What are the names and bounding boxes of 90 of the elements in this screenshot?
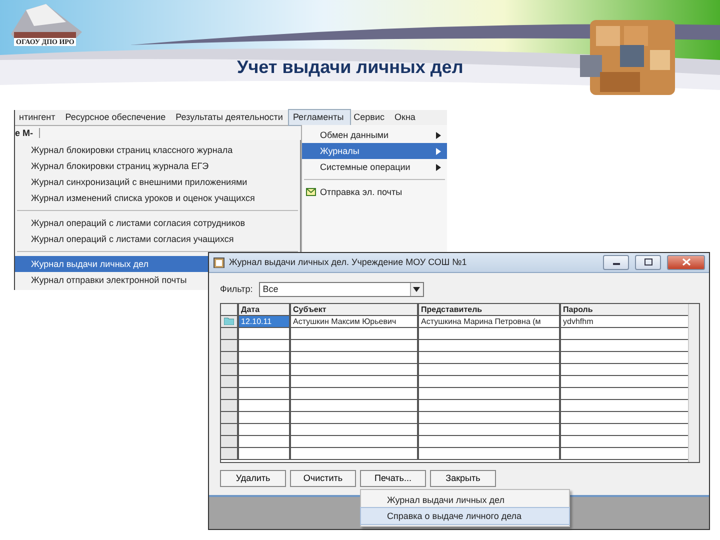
table-cell[interactable] [291, 448, 419, 460]
toolbar-text: е М- [15, 128, 40, 138]
table-cell[interactable] [419, 328, 561, 340]
envelope-icon [306, 188, 316, 196]
table-cell[interactable] [239, 400, 291, 412]
column-header[interactable]: Представитель [419, 304, 561, 316]
table-cell[interactable] [291, 340, 419, 352]
row-header[interactable] [221, 376, 239, 388]
table-cell[interactable] [419, 376, 561, 388]
table-cell[interactable] [419, 364, 561, 376]
table-cell[interactable] [239, 436, 291, 448]
submenu-arrow-icon [436, 164, 441, 170]
row-header[interactable] [221, 448, 239, 460]
table-cell[interactable]: 12.10.11 [239, 316, 291, 328]
table-cell[interactable] [239, 352, 291, 364]
dialog-button[interactable]: Удалить [220, 470, 286, 487]
table-cell[interactable] [291, 436, 419, 448]
table-cell[interactable] [239, 328, 291, 340]
table-cell[interactable] [291, 352, 419, 364]
menu-item[interactable]: Справка о выдаче личного дела [361, 508, 569, 524]
close-icon [682, 258, 690, 266]
table-cell[interactable] [419, 388, 561, 400]
dialog-button[interactable]: Очистить [290, 470, 356, 487]
table-cell[interactable] [291, 364, 419, 376]
dialog-button[interactable]: Печать... [360, 470, 426, 487]
table-cell[interactable]: Астушкина Марина Петровна (м [419, 316, 561, 328]
menu-item[interactable]: нтингент [15, 110, 62, 125]
table-cell[interactable] [419, 340, 561, 352]
table-cell[interactable] [419, 448, 561, 460]
row-header[interactable] [221, 412, 239, 424]
table-cell[interactable] [239, 448, 291, 460]
menu-item[interactable]: Ресурсное обеспечение [61, 110, 172, 125]
menu-item[interactable]: Журнал синхронизаций с внешними приложениями [15, 174, 300, 190]
maximize-button[interactable] [635, 254, 661, 270]
table-cell[interactable] [291, 412, 419, 424]
scrollbar[interactable] [688, 304, 699, 462]
table-cell[interactable] [239, 340, 291, 352]
row-header[interactable] [221, 316, 239, 328]
table-cell[interactable] [419, 352, 561, 364]
menu-item[interactable]: Журнал блокировки страниц классного журнала [15, 142, 300, 158]
close-button[interactable] [667, 254, 705, 270]
menu-item[interactable]: Окна [390, 110, 422, 125]
filter-label: Фильтр: [220, 284, 253, 294]
menu-item[interactable]: Журнал блокировки страниц журнала ЕГЭ [15, 158, 300, 174]
menu-item[interactable]: Журнал изменений списка уроков и оценок учащихся [15, 190, 300, 206]
table-cell[interactable]: Астушкин Максим Юрьевич [291, 316, 419, 328]
table-cell[interactable] [419, 412, 561, 424]
menu-item[interactable]: Журнал операций с листами согласия учащихся [15, 231, 300, 247]
column-header[interactable]: Субъект [291, 304, 419, 316]
clipboard-icon [213, 256, 225, 268]
table-cell[interactable] [291, 328, 419, 340]
table-cell[interactable] [419, 436, 561, 448]
table-cell[interactable] [239, 424, 291, 436]
dialog-button[interactable]: Закрыть [430, 470, 496, 487]
row-header[interactable] [221, 436, 239, 448]
table-cell[interactable] [239, 388, 291, 400]
menu-item[interactable]: Журналы [302, 143, 447, 159]
table-cell[interactable] [291, 388, 419, 400]
submenu-arrow-icon [436, 132, 441, 138]
minimize-button[interactable] [603, 254, 629, 270]
menu-item[interactable]: Отправка эл. почты [302, 184, 447, 200]
row-header[interactable] [221, 424, 239, 436]
row-header[interactable] [221, 388, 239, 400]
row-header[interactable] [221, 400, 239, 412]
menu-item[interactable]: Регламенты [288, 110, 350, 125]
menu-item[interactable]: Системные операции [302, 159, 447, 175]
row-header[interactable] [221, 340, 239, 352]
dropdown-arrow-icon [413, 286, 420, 292]
column-header[interactable]: Пароль [561, 304, 688, 316]
menu-item[interactable]: Журнал выдачи личных дел [361, 492, 569, 508]
menu-item[interactable]: Обмен данными [302, 127, 447, 143]
maximize-icon [644, 258, 652, 266]
row-header[interactable] [221, 352, 239, 364]
table-cell[interactable] [239, 376, 291, 388]
row-header[interactable] [221, 328, 239, 340]
table-cell[interactable] [419, 400, 561, 412]
table-cell[interactable] [291, 424, 419, 436]
table-cell[interactable] [291, 376, 419, 388]
menu-item[interactable]: Результаты деятельности [172, 110, 289, 125]
menu-item[interactable]: Журнал операций с листами согласия сотрудников [15, 215, 300, 231]
table-cell[interactable] [239, 412, 291, 424]
table-cell[interactable] [419, 424, 561, 436]
column-header[interactable]: Дата [239, 304, 291, 316]
filter-dropdown[interactable]: Все [258, 282, 424, 297]
table-cell[interactable] [239, 364, 291, 376]
submenu-arrow-icon [436, 148, 441, 154]
slide-title: Учет выдачи личных дел [237, 57, 464, 78]
row-header[interactable] [221, 364, 239, 376]
menu-item[interactable]: Сервис [350, 110, 390, 125]
table-cell[interactable] [291, 400, 419, 412]
